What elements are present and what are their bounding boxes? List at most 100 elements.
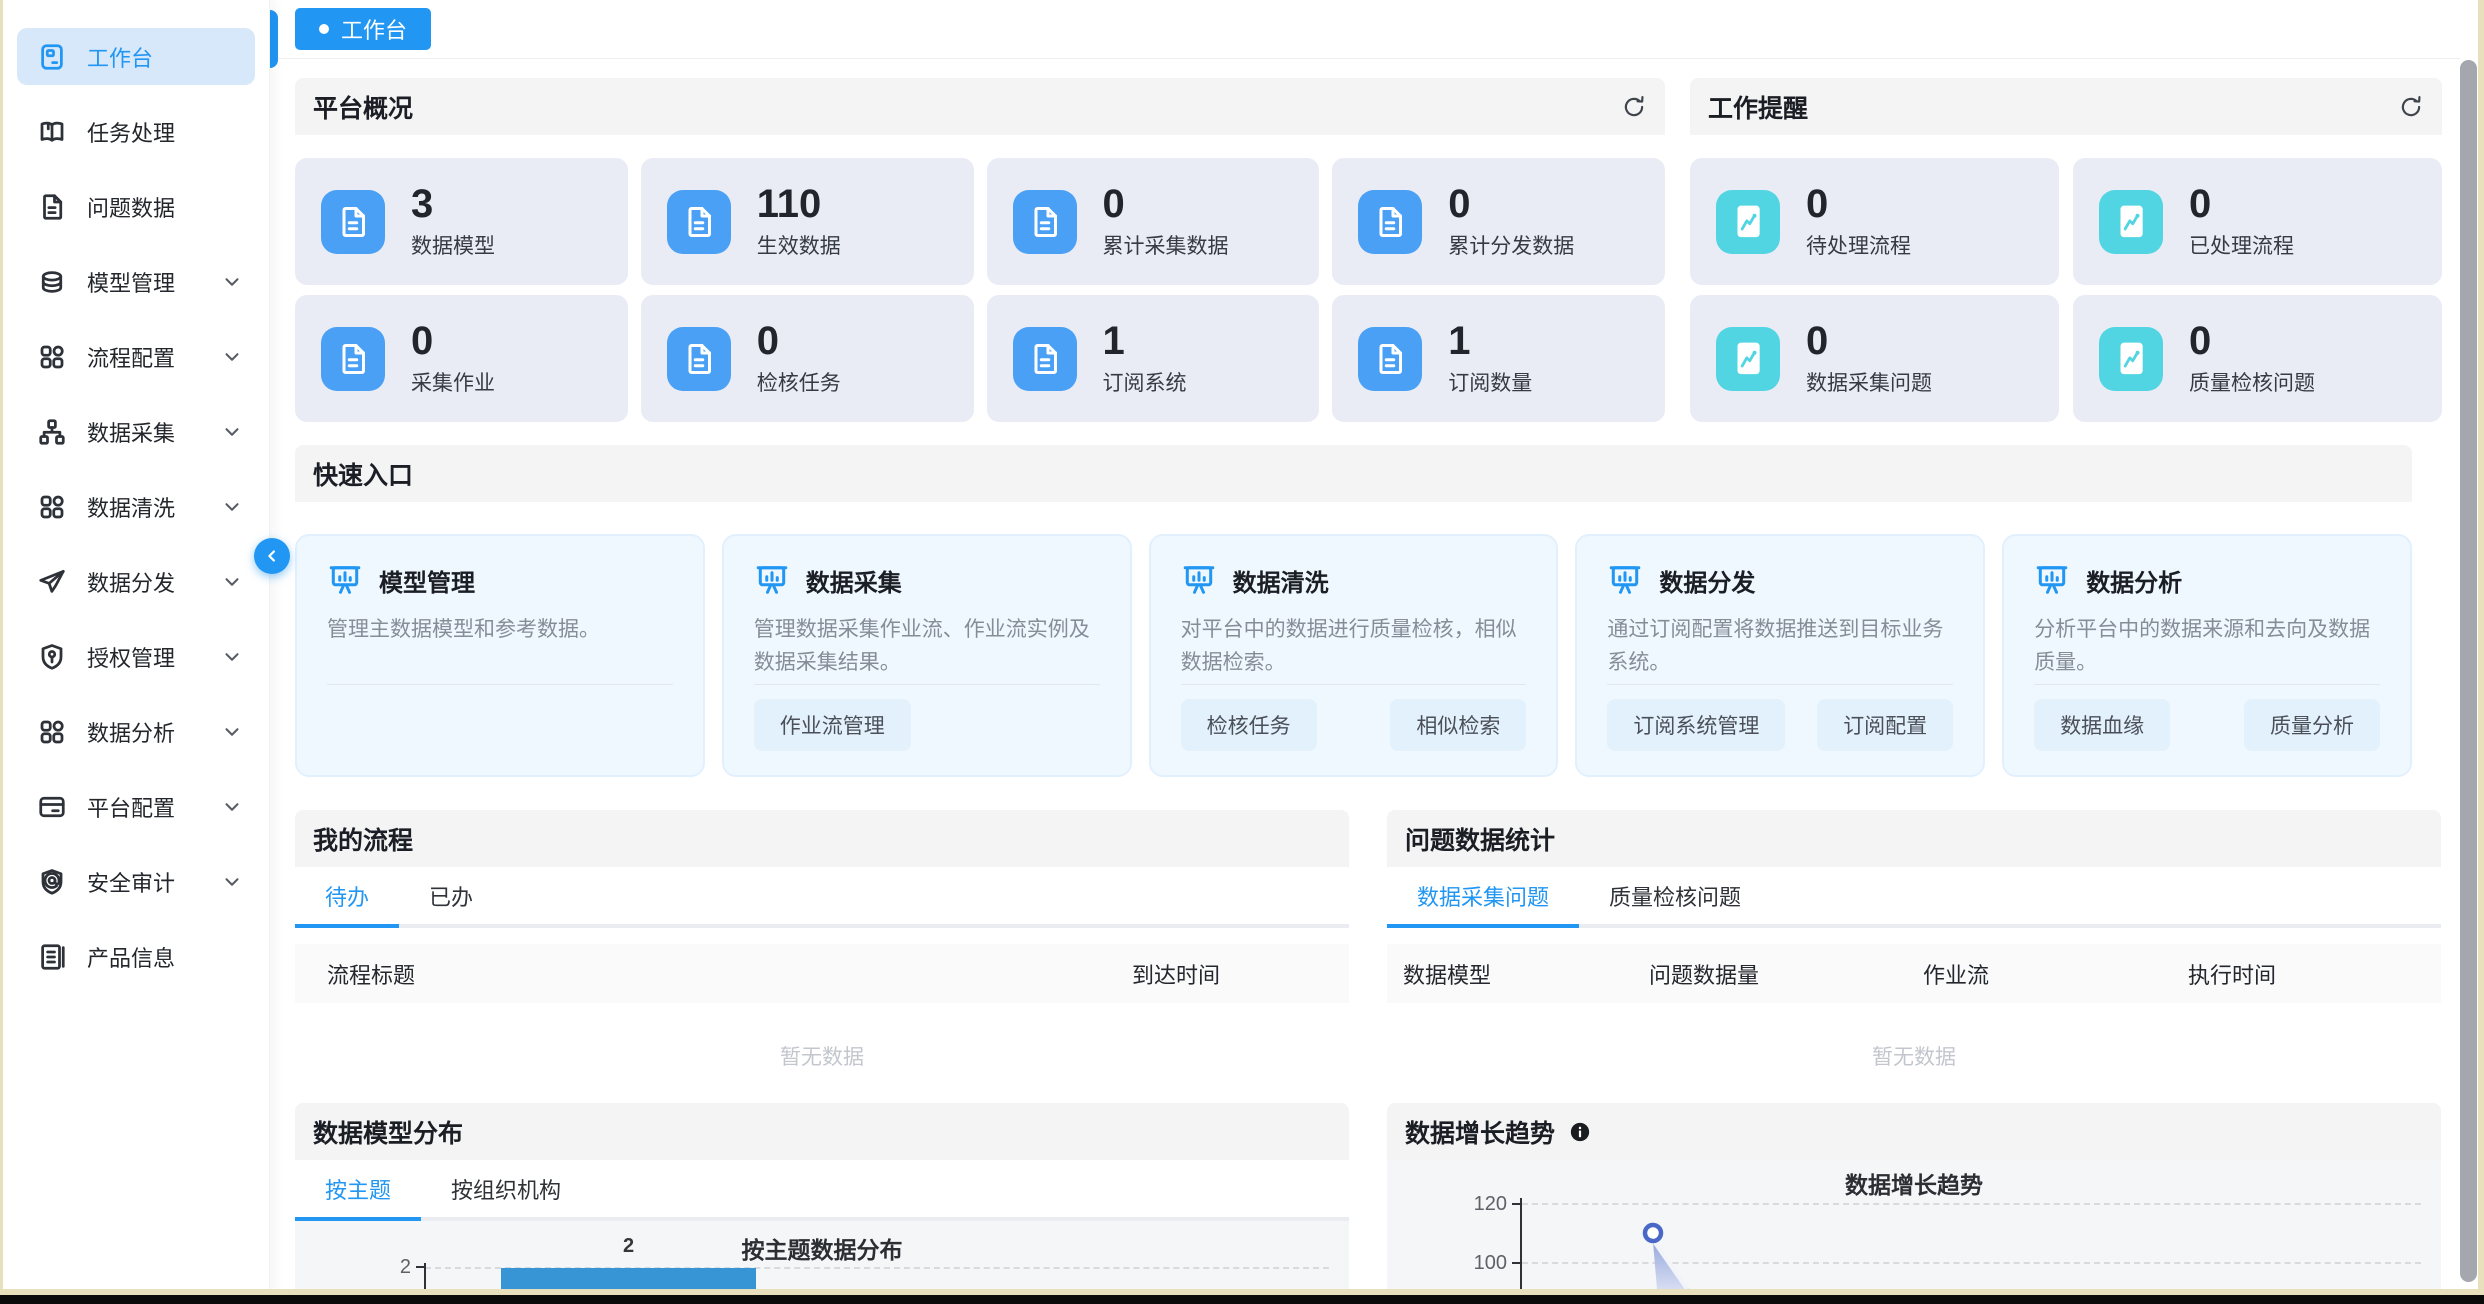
panel-header: 问题数据统计 xyxy=(1387,810,2441,867)
quick-link-button[interactable]: 作业流管理 xyxy=(754,699,911,751)
stat-value: 0 xyxy=(1806,183,1911,225)
sidebar-item[interactable]: 授权管理 xyxy=(17,628,255,685)
sidebar-item[interactable]: 安全审计 xyxy=(17,853,255,910)
tab[interactable]: 按主题 xyxy=(295,1160,421,1217)
sidebar-item-icon xyxy=(37,867,67,897)
quick-link-button[interactable]: 订阅系统管理 xyxy=(1607,699,1785,751)
chevron-down-icon xyxy=(221,871,243,893)
refresh-icon[interactable] xyxy=(1621,94,1647,120)
quick-card-title: 数据分发 xyxy=(1659,563,1755,598)
sidebar-item[interactable]: 数据清洗 xyxy=(17,478,255,535)
stat-label: 检核任务 xyxy=(757,367,841,397)
tab[interactable]: 待办 xyxy=(295,867,399,924)
stat-value: 0 xyxy=(1103,183,1229,225)
sidebar-item[interactable]: 问题数据 xyxy=(17,178,255,235)
trend-chart-icon xyxy=(1716,190,1780,254)
info-icon[interactable] xyxy=(1569,1121,1591,1143)
trend-chart-icon xyxy=(1716,327,1780,391)
stat-value: 0 xyxy=(2189,320,2315,362)
y-axis-line xyxy=(424,1263,426,1289)
sidebar-item-icon xyxy=(37,792,67,822)
chevron-down-icon xyxy=(221,421,243,443)
sidebar-item[interactable]: 数据分发 xyxy=(17,553,255,610)
sidebar-item[interactable]: 平台配置 xyxy=(17,778,255,835)
sidebar-item-label: 数据清洗 xyxy=(87,491,175,523)
main-content: 工作台 平台概况 3 数据模型 xyxy=(270,0,2460,1289)
divider xyxy=(1607,684,1953,685)
chevron-down-icon xyxy=(221,646,243,668)
stat-label: 质量检核问题 xyxy=(2189,367,2315,397)
presentation-board-icon xyxy=(1181,562,1217,598)
sidebar-collapse-button[interactable] xyxy=(254,538,290,574)
sidebar-item-icon xyxy=(37,42,67,72)
sidebar-item-label: 工作台 xyxy=(87,41,153,73)
document-icon xyxy=(1013,190,1077,254)
stat-label: 数据模型 xyxy=(411,230,495,260)
chevron-left-icon xyxy=(263,547,281,565)
panel-title: 快速入口 xyxy=(313,456,413,492)
stat-value: 0 xyxy=(757,320,841,362)
panel-title: 我的流程 xyxy=(313,821,413,857)
document-icon xyxy=(667,190,731,254)
sidebar-item-icon xyxy=(37,492,67,522)
quick-link-button[interactable]: 相似检索 xyxy=(1390,699,1526,751)
divider xyxy=(754,684,1100,685)
stat-card: 0 累计采集数据 xyxy=(987,158,1320,285)
bar xyxy=(501,1268,756,1289)
column-header: 执行时间 xyxy=(2188,958,2441,990)
tab[interactable]: 数据采集问题 xyxy=(1387,867,1579,924)
empty-state: 暂无数据 xyxy=(1387,1003,2441,1115)
tab-workbench[interactable]: 工作台 xyxy=(295,8,431,50)
tab-label: 工作台 xyxy=(341,13,407,45)
column-header: 作业流 xyxy=(1923,958,2188,990)
tab[interactable]: 已办 xyxy=(399,867,503,924)
data-point xyxy=(1645,1225,1661,1241)
stat-card: 1 订阅数量 xyxy=(1332,295,1665,422)
panel-header: 快速入口 xyxy=(295,445,2412,502)
stat-label: 订阅系统 xyxy=(1103,367,1187,397)
refresh-icon[interactable] xyxy=(2398,94,2424,120)
chevron-down-icon xyxy=(221,271,243,293)
sidebar-item-icon xyxy=(37,192,67,222)
quick-link-button[interactable]: 质量分析 xyxy=(2244,699,2380,751)
sidebar-item[interactable]: 模型管理 xyxy=(17,253,255,310)
stat-card: 110 生效数据 xyxy=(641,158,974,285)
stat-value: 3 xyxy=(411,183,495,225)
document-icon xyxy=(321,190,385,254)
stat-label: 采集作业 xyxy=(411,367,495,397)
sidebar-item[interactable]: 数据采集 xyxy=(17,403,255,460)
quick-card-buttons: 检核任务 相似检索 xyxy=(1181,699,1527,751)
sidebar-item[interactable]: 流程配置 xyxy=(17,328,255,385)
quick-link-button[interactable]: 数据血缘 xyxy=(2034,699,2170,751)
sidebar-item-icon xyxy=(37,342,67,372)
quick-entry-card: 数据采集 管理数据采集作业流、作业流实例及数据采集结果。 作业流管理 xyxy=(722,534,1132,777)
sidebar-item-label: 数据分发 xyxy=(87,566,175,598)
panel-work-reminders: 工作提醒 0 待处理流程 xyxy=(1690,78,2442,422)
sidebar-item-label: 授权管理 xyxy=(87,641,175,673)
tab[interactable]: 按组织机构 xyxy=(421,1160,591,1217)
tab-active-dot-icon xyxy=(319,24,329,34)
stat-card: 0 检核任务 xyxy=(641,295,974,422)
chart-title: 按主题数据分布 xyxy=(295,1231,1349,1265)
sidebar-item-icon xyxy=(37,117,67,147)
sidebar-item[interactable]: 产品信息 xyxy=(17,928,255,985)
quick-link-button[interactable]: 检核任务 xyxy=(1181,699,1317,751)
sidebar-item-label: 安全审计 xyxy=(87,866,175,898)
stat-label: 数据采集问题 xyxy=(1806,367,1932,397)
quick-card-description: 通过订阅配置将数据推送到目标业务系统。 xyxy=(1607,614,1953,680)
window-edge-right xyxy=(2478,0,2484,1304)
sidebar-item[interactable]: 任务处理 xyxy=(17,103,255,160)
window-edge-left xyxy=(0,0,3,1304)
panel-title: 数据模型分布 xyxy=(313,1114,463,1150)
distribution-tabs: 按主题 按组织机构 xyxy=(295,1160,1349,1221)
column-header: 数据模型 xyxy=(1403,958,1649,990)
table-header: 数据模型问题数据量作业流执行时间 xyxy=(1387,944,2441,1003)
sidebar-item[interactable]: 工作台 xyxy=(17,28,255,85)
sidebar-item-label: 模型管理 xyxy=(87,266,175,298)
panel-quick-entry: 快速入口 模型管理 管理主数据模型和参考数据。 xyxy=(295,445,2412,777)
tab[interactable]: 质量检核问题 xyxy=(1579,867,1771,924)
quick-link-button[interactable]: 订阅配置 xyxy=(1817,699,1953,751)
bar-value-label: 2 xyxy=(501,1235,756,1258)
vertical-scrollbar[interactable] xyxy=(2460,60,2477,1282)
sidebar-item[interactable]: 数据分析 xyxy=(17,703,255,760)
